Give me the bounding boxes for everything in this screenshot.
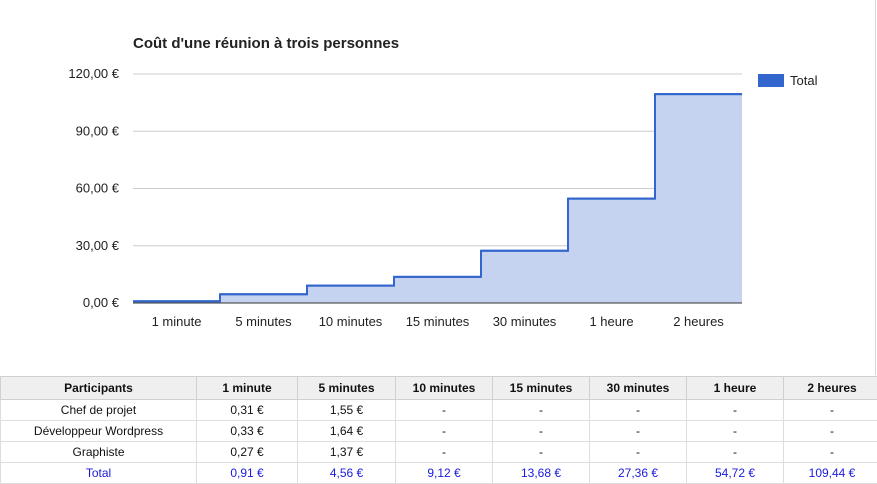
cell-total-label: Total <box>1 463 197 484</box>
legend-swatch-total <box>758 74 784 87</box>
cell-value: - <box>687 400 784 421</box>
cell-value: - <box>396 442 493 463</box>
cell-total-value: 109,44 € <box>784 463 877 484</box>
x-tick-label: 1 heure <box>589 314 633 329</box>
cell-total-value: 0,91 € <box>197 463 298 484</box>
cell-value: - <box>590 421 687 442</box>
chart-area: Coût d'une réunion à trois personnes 0,00… <box>0 0 877 375</box>
header-30-minutes: 30 minutes <box>590 377 687 400</box>
y-tick-label: 0,00 € <box>83 295 120 310</box>
header-1-minute: 1 minute <box>197 377 298 400</box>
x-tick-label: 10 minutes <box>319 314 383 329</box>
cell-value: 1,64 € <box>298 421 396 442</box>
cell-participant: Graphiste <box>1 442 197 463</box>
cell-total-value: 9,12 € <box>396 463 493 484</box>
x-tick-label: 5 minutes <box>235 314 292 329</box>
y-tick-label: 120,00 € <box>68 66 119 81</box>
header-10-minutes: 10 minutes <box>396 377 493 400</box>
x-tick-label: 15 minutes <box>406 314 470 329</box>
table-row: Chef de projet 0,31 € 1,55 € - - - - - <box>1 400 877 421</box>
header-15-minutes: 15 minutes <box>493 377 590 400</box>
cell-value: - <box>784 400 877 421</box>
x-tick-label: 30 minutes <box>493 314 557 329</box>
table-header-row: Participants 1 minute 5 minutes 10 minut… <box>1 377 877 400</box>
cell-total-value: 27,36 € <box>590 463 687 484</box>
cell-total-value: 13,68 € <box>493 463 590 484</box>
cell-value: - <box>687 421 784 442</box>
cell-value: - <box>493 421 590 442</box>
cell-total-value: 4,56 € <box>298 463 396 484</box>
header-5-minutes: 5 minutes <box>298 377 396 400</box>
header-1-heure: 1 heure <box>687 377 784 400</box>
cell-value: - <box>784 421 877 442</box>
x-tick-label: 2 heures <box>673 314 724 329</box>
chart-svg: Coût d'une réunion à trois personnes 0,00… <box>0 0 877 375</box>
cell-value: - <box>493 442 590 463</box>
y-tick-label: 30,00 € <box>76 238 120 253</box>
table-total-row: Total 0,91 € 4,56 € 9,12 € 13,68 € 27,36… <box>1 463 877 484</box>
cell-total-value: 54,72 € <box>687 463 784 484</box>
cell-value: 0,33 € <box>197 421 298 442</box>
x-tick-label: 1 minute <box>152 314 202 329</box>
cell-value: - <box>396 400 493 421</box>
cell-value: - <box>590 442 687 463</box>
cell-value: - <box>590 400 687 421</box>
y-tick-label: 60,00 € <box>76 181 120 196</box>
legend-label-total: Total <box>790 73 818 88</box>
cell-value: - <box>396 421 493 442</box>
header-2-heures: 2 heures <box>784 377 877 400</box>
header-participants: Participants <box>1 377 197 400</box>
chart-title: Coût d'une réunion à trois personnes <box>133 35 399 52</box>
cell-value: - <box>493 400 590 421</box>
cell-participant: Chef de projet <box>1 400 197 421</box>
cell-value: - <box>687 442 784 463</box>
cell-value: 0,31 € <box>197 400 298 421</box>
y-tick-label: 90,00 € <box>76 123 120 138</box>
cell-participant: Développeur Wordpress <box>1 421 197 442</box>
cell-value: 1,55 € <box>298 400 396 421</box>
data-table: Participants 1 minute 5 minutes 10 minut… <box>0 376 877 484</box>
cell-value: - <box>784 442 877 463</box>
cell-value: 1,37 € <box>298 442 396 463</box>
table-row: Graphiste 0,27 € 1,37 € - - - - - <box>1 442 877 463</box>
table-row: Développeur Wordpress 0,33 € 1,64 € - - … <box>1 421 877 442</box>
cell-value: 0,27 € <box>197 442 298 463</box>
